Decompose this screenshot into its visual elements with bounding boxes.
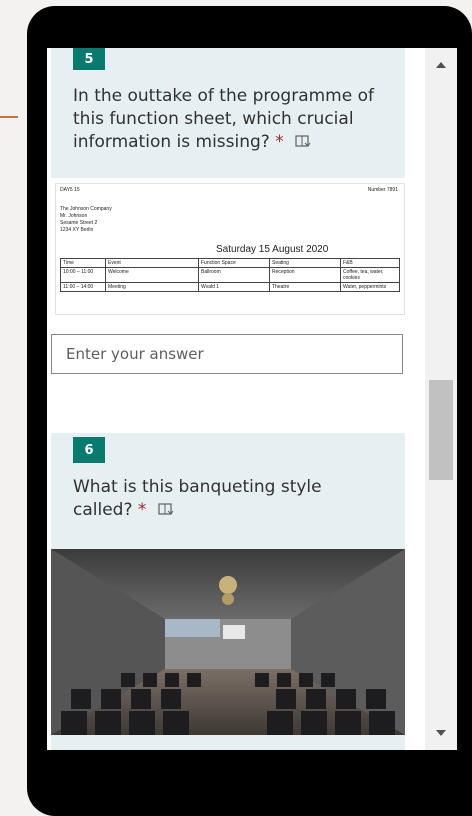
question-5-title: In the outtake of the programme of this … — [73, 85, 393, 154]
table-cell: 10:00 – 11:00 — [60, 267, 106, 283]
table-cell: 11:00 – 14:00 — [60, 282, 106, 292]
column-header: F&B — [340, 258, 400, 268]
column-header: Time — [60, 258, 106, 268]
table-cell: Meeting — [105, 282, 199, 292]
address-line: Mr. Johnson — [60, 213, 88, 219]
required-mark: * — [137, 500, 147, 520]
banquet-hall-photo — [51, 549, 405, 735]
table-cell: Reception — [269, 267, 341, 283]
table-cell: Welcome — [105, 267, 199, 283]
answer-input[interactable] — [51, 334, 403, 374]
scroll-down-arrow-icon[interactable] — [425, 720, 457, 746]
address-line: 1234 XY Berlin — [60, 227, 94, 233]
question-6-card: 6 What is this banqueting style called? … — [51, 433, 405, 750]
column-header: Event — [105, 258, 199, 268]
table-cell: Ballroom — [198, 267, 270, 283]
question-6-title: What is this banqueting style called? * — [73, 476, 373, 522]
immersive-reader-icon[interactable] — [158, 501, 174, 515]
question-5-card: 5 In the outtake of the programme of thi… — [51, 48, 405, 178]
question-5-text: In the outtake of the programme of this … — [73, 86, 374, 152]
form-content: 5 In the outtake of the programme of thi… — [47, 48, 425, 750]
left-accent-line — [0, 116, 18, 118]
question-6-text: What is this banqueting style called? — [73, 477, 322, 520]
sheet-code: DAY5 15 — [60, 187, 80, 193]
question-number-badge: 6 — [73, 437, 105, 463]
required-mark: * — [275, 132, 284, 152]
column-header: Seating — [269, 258, 341, 268]
table-row: 11:00 – 14:00 Meeting Wvald 1 Theatre Wa… — [60, 282, 400, 292]
immersive-reader-icon[interactable] — [295, 133, 311, 147]
table-cell: Theatre — [269, 282, 341, 292]
table-cell: Water, peppermints — [340, 282, 400, 292]
address-line: Sesame Street 2 — [60, 220, 98, 226]
programme-table: Time Event Function Space Seating F&B 10… — [60, 258, 400, 292]
sheet-address: The Johnson Company Mr. Johnson Sesame S… — [60, 206, 112, 234]
table-header-row: Time Event Function Space Seating F&B — [60, 258, 400, 268]
column-header: Function Space — [198, 258, 270, 268]
sheet-date: Saturday 15 August 2020 — [216, 244, 329, 255]
table-cell: Wvald 1 — [198, 282, 270, 292]
address-line: The Johnson Company — [60, 206, 112, 212]
vertical-scrollbar[interactable] — [425, 48, 457, 750]
sheet-number: Number 7891 — [367, 187, 398, 193]
function-sheet-image: DAY5 15 Number 7891 The Johnson Company … — [55, 183, 405, 315]
scrollbar-thumb[interactable] — [429, 380, 453, 480]
phone-bottom-bezel — [27, 750, 472, 816]
table-cell: Coffee, tea, water, cookies — [340, 267, 400, 283]
table-row: 10:00 – 11:00 Welcome Ballroom Reception… — [60, 267, 400, 283]
question-number-badge: 5 — [73, 48, 105, 70]
form-screen: 5 In the outtake of the programme of thi… — [47, 48, 425, 750]
scroll-up-arrow-icon[interactable] — [425, 52, 457, 78]
